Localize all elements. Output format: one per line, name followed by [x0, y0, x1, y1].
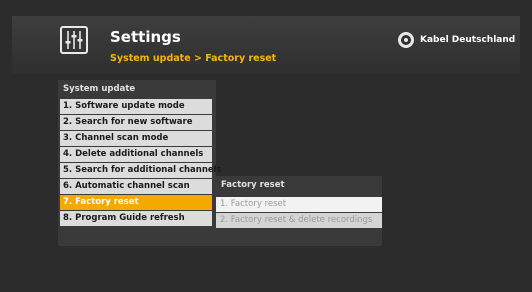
brand-name: Kabel Deutschland [420, 35, 516, 45]
header-bar: Settings System update > Factory reset K… [12, 16, 520, 74]
menu-item-program-guide-refresh[interactable]: 8. Program Guide refresh [60, 211, 212, 226]
menu-title: System update [63, 84, 136, 94]
submenu-item-factory-reset[interactable]: 1. Factory reset [216, 197, 382, 212]
brand: Kabel Deutschland [398, 32, 515, 48]
menu-item-factory-reset[interactable]: 7. Factory reset [60, 195, 212, 210]
breadcrumb: System update > Factory reset [110, 53, 277, 64]
menu-item-search-additional-channels[interactable]: 5. Search for additional channels [60, 163, 222, 178]
settings-sliders-icon [60, 26, 88, 54]
menu-item-channel-scan-mode[interactable]: 3. Channel scan mode [60, 131, 212, 146]
page-title: Settings [110, 28, 181, 46]
factory-reset-submenu: Factory reset 1. Factory reset 2. Factor… [216, 176, 382, 246]
menu-item-search-new-software[interactable]: 2. Search for new software [60, 115, 212, 130]
kabel-deutschland-logo-icon [398, 32, 414, 48]
submenu-list: 1. Factory reset 2. Factory reset & dele… [216, 197, 382, 228]
submenu-title: Factory reset [221, 180, 285, 190]
menu-item-software-update-mode[interactable]: 1. Software update mode [60, 99, 212, 114]
menu-item-automatic-channel-scan[interactable]: 6. Automatic channel scan [60, 179, 212, 194]
menu-item-delete-additional-channels[interactable]: 4. Delete additional channels [60, 147, 212, 162]
system-update-menu: System update 1. Software update mode 2.… [58, 80, 222, 246]
menu-list: 1. Software update mode 2. Search for ne… [60, 99, 222, 226]
submenu-item-factory-reset-delete-recordings[interactable]: 2. Factory reset & delete recordings [216, 213, 382, 228]
